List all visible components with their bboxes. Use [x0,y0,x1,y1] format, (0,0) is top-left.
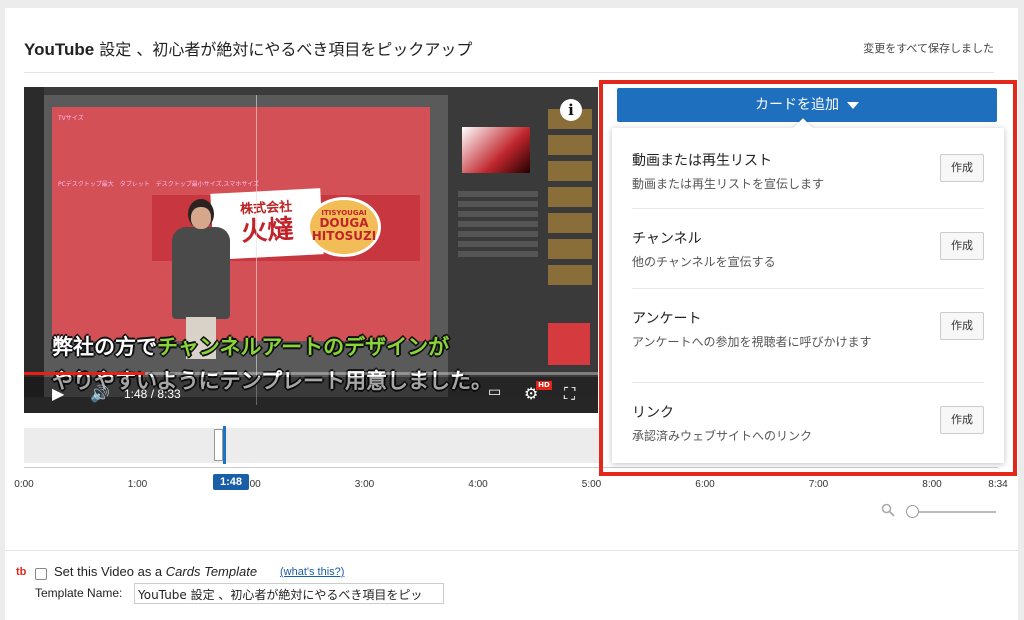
cards-template-label: Set this Video as a Cards Template [54,564,257,579]
progress-played [24,372,145,375]
progress-bar[interactable] [24,372,598,375]
divider [24,72,994,73]
whats-this-link[interactable]: (what's this?) [280,566,344,578]
oval-logo: ITISYOUGAI DOUGA HITOSUZI [307,197,381,257]
saved-status: 変更をすべて保存しました [863,42,994,55]
zoom-icon [881,503,895,517]
art-label-tv: TVサイズ [58,115,84,122]
color-picker [462,127,530,173]
create-poll-button[interactable]: 作成 [940,312,984,340]
stack-icon [548,323,590,365]
title-rest: 設定 、初心者が絶対にやるべき項目をピックアップ [94,40,473,59]
subtitle-line-1: 弊社の方でチャンネルアートのデザインが [52,331,449,361]
page-title: YouTube 設定 、初心者が絶対にやるべき項目をピックアップ [24,36,472,60]
timeline-tick: 0:00 [14,479,34,490]
caret-down-icon [847,101,859,109]
add-card-label: カードを追加 [755,97,839,113]
volume-icon[interactable]: 🔊 [90,384,110,403]
timeline-tick: 1:00 [127,479,148,490]
card-timeline[interactable] [24,426,600,464]
handle-grip[interactable] [214,429,223,461]
card-option-poll: アンケート アンケートへの参加を視聴者に呼びかけます 作成 [632,308,984,350]
info-icon[interactable]: i [560,99,582,121]
ps-thumbnails [548,109,596,291]
hd-badge: HD [536,381,552,390]
ps-rows [458,187,538,261]
person-body [172,227,230,319]
label-pre: Set this Video as a [54,564,166,579]
oval-bottom: HITOSUZI [311,229,377,243]
option-desc: 動画または再生リストを宣伝します [632,177,825,191]
ps-panels [448,87,598,397]
menu-separator [632,208,984,209]
cards-template-checkbox[interactable] [35,568,47,580]
template-name-label: Template Name: [35,586,123,600]
option-desc: 他のチャンネルを宣伝する [632,255,776,269]
timeline-tick: 5:00 [581,479,602,490]
option-desc: 承認済みウェブサイトへのリンク [632,429,813,443]
tubebuddy-logo: tb [16,566,27,578]
play-icon[interactable]: ▶ [52,384,64,403]
card-option-channel: チャンネル 他のチャンネルを宣伝する 作成 [632,228,984,270]
zoom-slider-knob[interactable] [906,505,919,518]
add-card-button[interactable]: カードを追加 [617,88,997,122]
zoom-slider-track[interactable] [912,511,996,513]
timeline-tick: 6:00 [695,479,715,490]
time-display: 1:48 / 8:33 [124,387,181,401]
channel-art-preview: TVサイズ PCデスクトップ最大 タブレット デスクトップ最小サイズ,スマホサイ… [52,107,430,359]
player-controls: ▶ 🔊 1:48 / 8:33 ▭ ⚙ HD ⛶ [24,377,598,413]
option-name: チャンネル [632,231,702,247]
art-label-sizes: PCデスクトップ最大 タブレット デスクトップ最小サイズ,スマホサイズ [58,181,260,188]
create-video-button[interactable]: 作成 [940,154,984,182]
label-em: Cards Template [165,564,258,579]
create-channel-button[interactable]: 作成 [940,232,984,260]
card-option-video: 動画または再生リスト 動画または再生リストを宣伝します 作成 [632,150,984,192]
current-time-marker: 1:48 [213,474,249,490]
subtitle-white: 弊社の方で [52,335,157,359]
timeline-tick: 8:34 [988,479,1008,490]
timeline-tick: 7:00 [808,479,829,490]
timeline-handle[interactable] [214,426,230,464]
menu-separator [632,382,984,383]
timeline-tick: 3:00 [354,479,375,490]
card-option-link: リンク 承認済みウェブサイトへのリンク 作成 [632,402,984,444]
template-name-input[interactable]: YouTube 設定 、初心者が絶対にやるべき項目をピッ [134,583,444,604]
subtitle-green: チャンネルアートのデザインが [157,335,450,359]
title-prefix: YouTube [24,40,95,59]
create-link-button[interactable]: 作成 [940,406,984,434]
timeline-tick: 4:00 [468,479,488,490]
divider [5,550,1018,551]
card-type-menu: 動画または再生リスト 動画または再生リストを宣伝します 作成 チャンネル 他のチ… [612,118,1004,463]
timeline-tick: 8:00 [922,479,942,490]
option-name: リンク [632,405,674,421]
fullscreen-icon[interactable]: ⛶ [564,384,575,404]
captions-icon[interactable]: ▭ [488,384,501,400]
ps-toolbar [24,87,44,397]
option-name: アンケート [632,311,702,327]
person-face [191,207,211,229]
playhead-bar [223,426,226,464]
option-name: 動画または再生リスト [632,153,772,169]
video-player[interactable]: TVサイズ PCデスクトップ最大 タブレット デスクトップ最小サイズ,スマホサイ… [24,87,598,413]
oval-top: ITISYOUGAI [321,209,367,217]
menu-separator [632,288,984,289]
option-desc: アンケートへの参加を視聴者に呼びかけます [632,335,872,349]
